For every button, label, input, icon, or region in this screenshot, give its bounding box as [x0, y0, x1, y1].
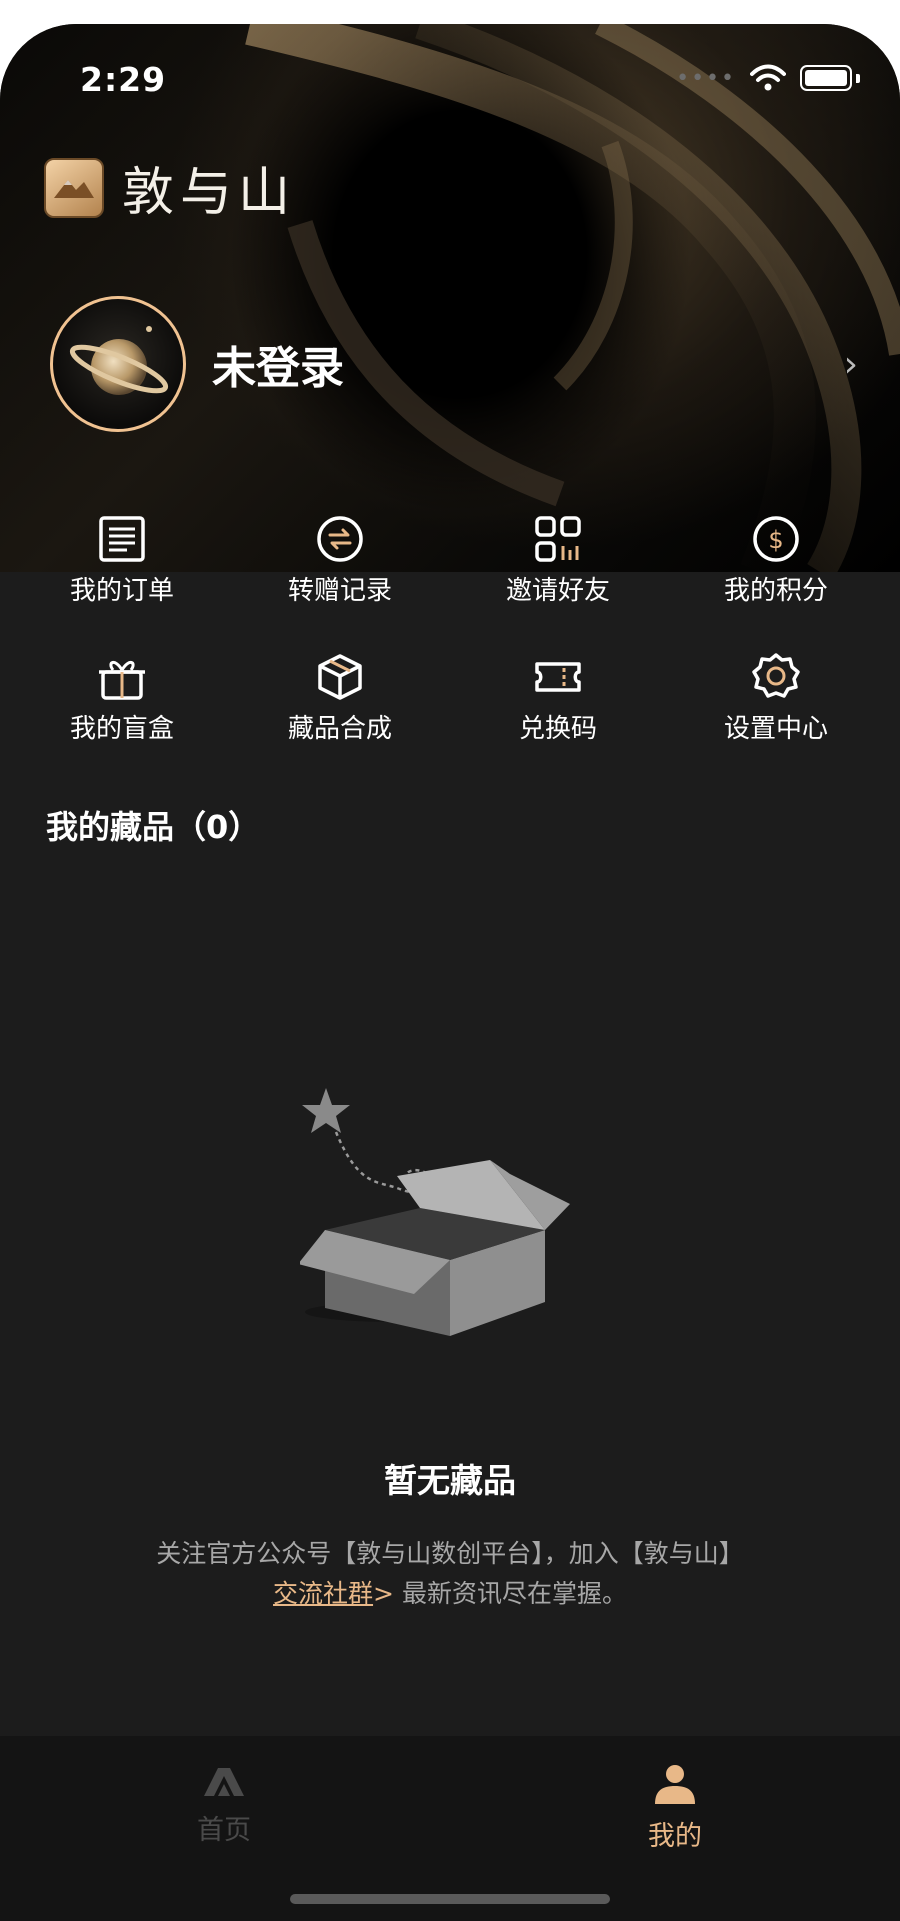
battery-cap — [856, 73, 860, 83]
menu-label-orders: 我的订单 — [69, 576, 174, 606]
menu-item-redeem-code[interactable]: 兑换码 — [449, 652, 667, 745]
menu-row-2: 我的盲盒 藏品合成 兑换码 设置中心 — [0, 652, 900, 772]
tab-home[interactable]: 首页 — [124, 1764, 324, 1847]
community-link-arrow[interactable]: > — [373, 1579, 394, 1608]
avatar[interactable] — [50, 296, 186, 432]
menu-label-blind-box: 我的盲盒 — [69, 714, 174, 744]
phone-screen: 2:29 •••• 敦与山 未登录 › 我的订单 转赠记录 邀请好友 $ 我的积… — [0, 24, 900, 1921]
planet-avatar-icon — [69, 326, 169, 395]
order-list-icon — [99, 516, 145, 562]
wifi-icon — [750, 64, 786, 91]
gift-icon — [99, 661, 145, 700]
app-logo: 敦与山 — [44, 150, 296, 225]
signal-dots-icon: •••• — [676, 65, 736, 91]
menu-item-transfers[interactable]: 转赠记录 — [231, 514, 449, 607]
tab-mine-label: 我的 — [648, 1821, 702, 1852]
menu-item-invite[interactable]: 邀请好友 — [449, 514, 667, 607]
description-text-1: 关注官方公众号【敦与山数创平台】，加入【敦与山】 — [156, 1539, 744, 1568]
gear-icon — [752, 653, 800, 698]
my-collections-section: 我的藏品（0） 暂无藏品 关注官方公众号【敦与山数创平台】，加入【敦与山】 交流… — [0, 780, 900, 1738]
menu-label-invite: 邀请好友 — [505, 576, 610, 606]
battery-icon — [800, 65, 852, 91]
menu-label-redeem-code: 兑换码 — [518, 714, 597, 744]
menu-item-settings[interactable]: 设置中心 — [667, 652, 885, 745]
tab-home-label: 首页 — [197, 1815, 251, 1846]
home-logo-icon — [204, 1768, 244, 1796]
menu-item-synthesis[interactable]: 藏品合成 — [231, 652, 449, 745]
app-name: 敦与山 — [122, 163, 297, 223]
status-indicators: •••• — [676, 64, 860, 92]
ticket-icon — [535, 662, 581, 692]
menu-item-blind-box[interactable]: 我的盲盒 — [13, 652, 231, 745]
menu-row-1: 我的订单 转赠记录 邀请好友 $ 我的积分 — [0, 514, 900, 634]
login-entry[interactable]: 未登录 › — [50, 296, 858, 432]
person-icon — [655, 1765, 695, 1804]
empty-state-title: 暂无藏品 — [384, 1461, 516, 1500]
transfer-icon — [317, 516, 363, 562]
qr-code-icon — [535, 516, 581, 562]
svg-text:$: $ — [768, 526, 783, 554]
menu-label-transfers: 转赠记录 — [287, 576, 392, 606]
empty-box-illustration — [300, 1088, 570, 1336]
menu-item-orders[interactable]: 我的订单 — [13, 514, 231, 607]
chevron-right-icon: › — [843, 343, 858, 385]
dollar-coin-icon: $ — [753, 516, 799, 562]
empty-state-description: 关注官方公众号【敦与山数创平台】，加入【敦与山】 交流社群> 最新资讯尽在掌握。 — [60, 1534, 840, 1614]
home-indicator — [290, 1894, 610, 1904]
profile-header: 2:29 •••• 敦与山 未登录 › — [0, 24, 900, 572]
profile-name: 未登录 — [212, 343, 344, 394]
mountain-logo-icon — [44, 157, 104, 218]
description-text-2: 最新资讯尽在掌握。 — [394, 1579, 627, 1608]
status-time: 2:29 — [80, 60, 167, 99]
cube-icon — [318, 654, 362, 700]
tab-mine[interactable]: 我的 — [575, 1764, 775, 1853]
community-link[interactable]: 交流社群 — [273, 1579, 373, 1608]
menu-label-synthesis: 藏品合成 — [287, 714, 392, 744]
menu-item-points[interactable]: $ 我的积分 — [667, 514, 885, 607]
collections-title: 我的藏品（0） — [46, 808, 261, 846]
menu-label-settings: 设置中心 — [723, 714, 828, 744]
menu-label-points: 我的积分 — [723, 576, 828, 606]
